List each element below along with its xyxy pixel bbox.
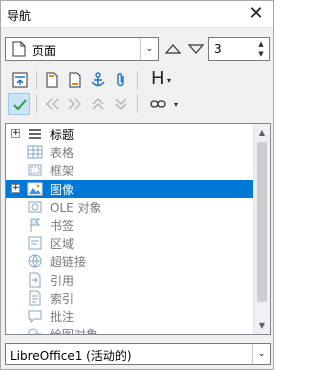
move-up-icon	[92, 98, 104, 110]
scroll-down-icon[interactable]: ▼	[254, 317, 270, 334]
index-icon	[29, 290, 41, 306]
demote-chapter-button[interactable]	[64, 93, 86, 115]
heading-levels-icon[interactable]: H	[151, 68, 165, 89]
page-number-value: 3	[214, 42, 222, 56]
footer-button[interactable]	[64, 69, 86, 91]
double-left-arrow-icon	[46, 98, 59, 110]
content-view-toggle-button[interactable]	[8, 93, 30, 115]
navigator-toolbar-2: ▾	[1, 91, 273, 117]
hyperlink-icon	[28, 254, 42, 269]
chevron-down-icon[interactable]: ⌄	[252, 344, 270, 364]
tree-item[interactable]: 表格	[6, 143, 254, 161]
toggle-view-icon	[12, 72, 28, 88]
scroll-up-icon[interactable]: ▲	[254, 124, 270, 141]
next-page-icon[interactable]	[187, 40, 205, 58]
toolbar-separator	[137, 71, 138, 89]
navigator-window: 导航 ✕ 页面 ⌄ 3 ▲ ▼ H ▾ ▾ + 标题 表格 框架 + 图像 OL…	[0, 0, 274, 370]
scrollbar-thumb[interactable]	[257, 142, 267, 302]
tree-item[interactable]: + 图像	[6, 179, 254, 198]
footer-icon	[69, 72, 81, 88]
toolbar-separator	[36, 71, 37, 89]
page-icon	[12, 41, 26, 57]
bookmark-icon	[30, 218, 41, 232]
header-button[interactable]	[41, 69, 63, 91]
tree-item-label: 引用	[50, 273, 75, 288]
tree-item[interactable]: 批注	[6, 307, 254, 325]
section-icon	[28, 236, 42, 250]
window-title: 导航	[7, 9, 32, 23]
move-chapter-down-button[interactable]	[110, 93, 132, 115]
tree-item-label: 标题	[50, 128, 75, 142]
paperclip-icon	[117, 73, 124, 87]
tree-item-label: 索引	[50, 291, 75, 306]
image-icon	[27, 182, 43, 196]
tree-item[interactable]: 框架	[6, 161, 254, 179]
reference-icon	[29, 272, 41, 288]
tree-item[interactable]: 书签	[6, 216, 254, 234]
tree-item-label: 书签	[50, 219, 75, 233]
tree-item-label: OLE 对象	[50, 200, 102, 215]
toolbar-separator	[137, 95, 138, 113]
link-icon	[150, 100, 166, 108]
ole-object-icon	[28, 201, 42, 213]
content-navigation-view-button[interactable]	[9, 69, 31, 91]
content-tree[interactable]: + 标题表格框架 + 图像 OLE 对象书签区域超链接引用索引批注绘图对象 ▲ ▼	[5, 123, 271, 335]
heading-levels-dropdown-icon[interactable]: ▾	[167, 76, 171, 85]
checkmark-icon	[13, 99, 27, 111]
navigator-toolbar-1: H ▾	[1, 67, 273, 93]
document-select-value: LibreOffice1 (活动的)	[10, 349, 132, 363]
expand-icon[interactable]: +	[11, 183, 20, 193]
anchor-icon	[91, 72, 105, 87]
tree-item[interactable]: + 标题	[6, 125, 254, 143]
tree-item[interactable]: 索引	[6, 289, 254, 307]
title-bar: 导航 ✕	[1, 1, 273, 28]
tree-item[interactable]: OLE 对象	[6, 198, 254, 216]
navigate-by-select[interactable]: 页面 ⌄	[5, 37, 159, 61]
tree-item-label: 表格	[50, 146, 75, 161]
header-icon	[46, 72, 58, 88]
spin-down-icon[interactable]: ▼	[254, 49, 268, 59]
move-chapter-up-button[interactable]	[87, 93, 109, 115]
anchor-button[interactable]	[87, 69, 109, 91]
previous-page-icon[interactable]	[164, 40, 182, 58]
chevron-down-icon[interactable]: ⌄	[140, 38, 158, 60]
tree-item[interactable]: 引用	[6, 271, 254, 289]
comment-icon	[28, 310, 42, 324]
navigate-by-value: 页面	[32, 44, 57, 58]
tree-item-label: 批注	[50, 310, 75, 324]
headings-icon	[29, 129, 41, 139]
spin-up-icon[interactable]: ▲	[254, 39, 268, 49]
close-icon[interactable]: ✕	[245, 3, 267, 25]
double-right-arrow-icon	[68, 98, 81, 110]
drag-mode-button[interactable]	[147, 93, 169, 115]
tree-item-label: 绘图对象	[50, 326, 98, 334]
tree-item[interactable]: 区域	[6, 234, 254, 252]
page-number-spinner[interactable]: 3 ▲ ▼	[208, 37, 270, 61]
vertical-scrollbar[interactable]: ▲ ▼	[253, 124, 270, 334]
frame-icon	[28, 164, 42, 176]
navigation-row: 页面 ⌄ 3 ▲ ▼	[1, 37, 273, 63]
table-icon	[27, 145, 43, 159]
drag-mode-dropdown-icon[interactable]: ▾	[174, 100, 178, 109]
document-select[interactable]: LibreOffice1 (活动的) ⌄	[5, 343, 271, 365]
toolbar-separator	[36, 95, 37, 113]
reminder-button[interactable]	[110, 69, 132, 91]
move-down-icon	[115, 98, 127, 110]
tree-item[interactable]: 绘图对象	[6, 325, 254, 334]
tree-item-label: 超链接	[50, 255, 87, 270]
expand-icon[interactable]: +	[11, 129, 20, 138]
promote-chapter-button[interactable]	[41, 93, 63, 115]
tree-item-label: 区域	[50, 237, 75, 252]
tree-item-label: 框架	[50, 164, 75, 179]
tree-item[interactable]: 超链接	[6, 252, 254, 270]
drawing-object-icon	[28, 328, 42, 334]
tree-item-label: 图像	[50, 182, 75, 197]
